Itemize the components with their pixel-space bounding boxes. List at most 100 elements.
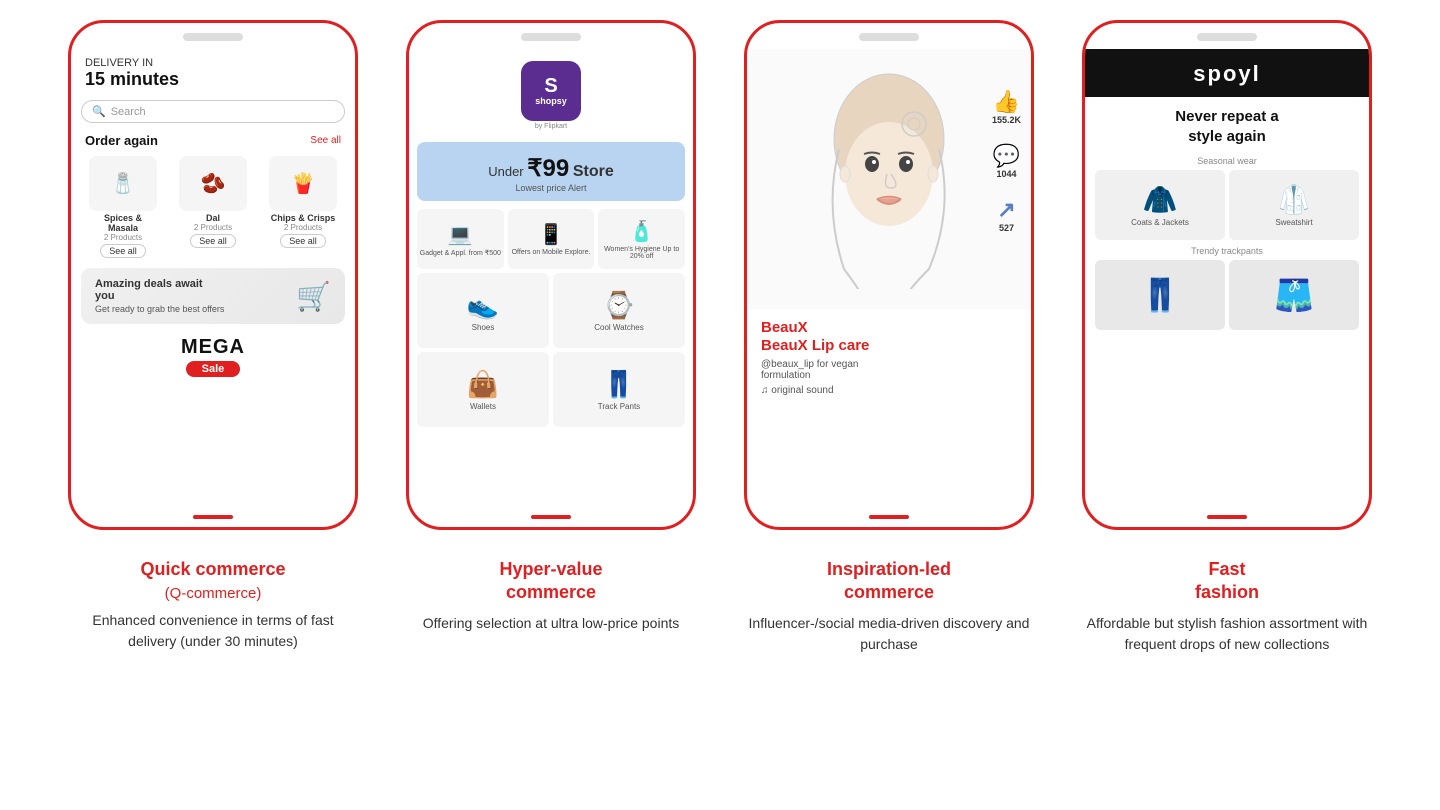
label-4: Fastfashion Affordable but stylish fashi… bbox=[1072, 558, 1382, 655]
phone-1-content: DELIVERY IN 15 minutes 🔍 Search Order ag… bbox=[71, 41, 355, 507]
p2-shoes-item[interactable]: 👟 Shoes bbox=[417, 273, 549, 348]
p3-music-label: ♫ original sound bbox=[761, 385, 1017, 396]
p1-product-name-0: Spices &Masala bbox=[104, 213, 142, 233]
p3-comments-stat: 💬 1044 bbox=[993, 143, 1020, 179]
p2-hygiene-label: Women's Hygiene Up to 20% off bbox=[598, 246, 685, 260]
phone-1-frame: DELIVERY IN 15 minutes 🔍 Search Order ag… bbox=[68, 20, 358, 530]
label-1-subtitle: (Q-commerce) bbox=[68, 585, 358, 602]
p1-order-again-title: Order again bbox=[85, 133, 158, 148]
phone-4-wrapper: spoyl Never repeat astyle again Seasonal… bbox=[1072, 20, 1382, 530]
p2-wallets-label: Wallets bbox=[470, 402, 496, 411]
p3-shares-stat: ↗ 527 bbox=[997, 197, 1015, 233]
phone-3-content: 👍 155.2K 💬 1044 ↗ 527 Be bbox=[747, 41, 1031, 507]
label-2: Hyper-valuecommerce Offering selection a… bbox=[396, 558, 706, 655]
p4-trendy-label: Trendy trackpants bbox=[1085, 246, 1369, 256]
p3-face-area: 👍 155.2K 💬 1044 ↗ 527 bbox=[747, 49, 1031, 309]
p1-header: DELIVERY IN 15 minutes bbox=[71, 49, 355, 94]
p2-price-banner: Under ₹99 Store Lowest price Alert bbox=[417, 142, 685, 201]
p2-large-grid: 👟 Shoes ⌚ Cool Watches 👜 Wallets 👖 Track… bbox=[409, 273, 693, 431]
p2-watches-icon: ⌚ bbox=[603, 290, 635, 321]
p2-gadget-icon: 💻 bbox=[448, 222, 473, 247]
p2-banner-prefix: Under ₹99 Store bbox=[431, 154, 671, 183]
p2-logo-by: by Flipkart bbox=[409, 123, 693, 130]
label-1: Quick commerce (Q-commerce) Enhanced con… bbox=[58, 558, 368, 655]
p3-brand-sub: @beaux_lip for veganformulation bbox=[761, 359, 1017, 381]
phone-4-frame: spoyl Never repeat astyle again Seasonal… bbox=[1082, 20, 1372, 530]
p1-product-item-2[interactable]: 🍟 Chips & Crisps 2 Products See all bbox=[261, 156, 345, 258]
p2-hygiene-item[interactable]: 🧴 Women's Hygiene Up to 20% off bbox=[598, 209, 685, 269]
label-3-desc: Influencer-/social media-driven discover… bbox=[744, 613, 1034, 655]
p1-product-box-2: 🍟 bbox=[269, 156, 337, 211]
p4-pants-icon-1: 👖 bbox=[1140, 276, 1180, 314]
p3-brand-name: BeauXBeauX Lip care bbox=[761, 319, 1017, 355]
p2-under-text: Under bbox=[488, 164, 523, 179]
phone-4-content: spoyl Never repeat astyle again Seasonal… bbox=[1085, 41, 1369, 507]
p2-watches-label: Cool Watches bbox=[594, 323, 644, 332]
p1-see-all-link[interactable]: See all bbox=[310, 135, 341, 146]
p1-promo-title: Amazing deals await you bbox=[95, 278, 215, 302]
p1-product-sub-1: 2 Products bbox=[194, 223, 232, 232]
label-2-title: Hyper-valuecommerce bbox=[406, 558, 696, 605]
label-4-desc: Affordable but stylish fashion assortmen… bbox=[1082, 613, 1372, 655]
p3-face-illustration bbox=[809, 69, 969, 289]
p3-likes-count: 155.2K bbox=[992, 115, 1021, 125]
p4-home-bar bbox=[1207, 515, 1247, 519]
p2-shopsy-logo: S shopsy bbox=[521, 61, 581, 121]
p2-logo-area: S shopsy by Flipkart bbox=[409, 49, 693, 138]
p2-mobile-item[interactable]: 📱 Offers on Mobile Explore. bbox=[508, 209, 595, 269]
p4-coats-icon: 🧥 bbox=[1143, 183, 1178, 216]
phones-row: DELIVERY IN 15 minutes 🔍 Search Order ag… bbox=[30, 20, 1410, 530]
p1-product-item-0[interactable]: 🧂 Spices &Masala 2 Products See all bbox=[81, 156, 165, 258]
p3-comments-count: 1044 bbox=[996, 169, 1016, 179]
p1-search-bar[interactable]: 🔍 Search bbox=[81, 100, 345, 123]
p2-gadget-label: Gadget & Appl. from ₹500 bbox=[418, 249, 503, 257]
p4-logo-text: spoyl bbox=[1099, 61, 1355, 87]
phone-2-content: S shopsy by Flipkart Under ₹99 Store Low… bbox=[409, 41, 693, 507]
p1-product-item-1[interactable]: 🫘 Dal 2 Products See all bbox=[171, 156, 255, 258]
p4-tagline: Never repeat astyle again bbox=[1085, 97, 1369, 152]
p3-likes-stat: 👍 155.2K bbox=[992, 89, 1021, 125]
p4-pants-item-1[interactable]: 👖 bbox=[1095, 260, 1225, 330]
p2-trackpants-item[interactable]: 👖 Track Pants bbox=[553, 352, 685, 427]
p1-product-see-all-1[interactable]: See all bbox=[190, 234, 236, 248]
labels-row: Quick commerce (Q-commerce) Enhanced con… bbox=[30, 558, 1410, 655]
label-2-desc: Offering selection at ultra low-price po… bbox=[406, 613, 696, 634]
p4-sweatshirt-item[interactable]: 🥼 Sweatshirt bbox=[1229, 170, 1359, 240]
p4-logo-area: spoyl bbox=[1085, 49, 1369, 97]
p1-mega-sale: Sale bbox=[186, 361, 241, 377]
p4-sweatshirt-label: Sweatshirt bbox=[1275, 218, 1312, 227]
p4-pants-icon-2: 🩳 bbox=[1274, 276, 1314, 314]
search-icon: 🔍 bbox=[92, 105, 106, 118]
phone-3-frame: 👍 155.2K 💬 1044 ↗ 527 Be bbox=[744, 20, 1034, 530]
p2-watches-item[interactable]: ⌚ Cool Watches bbox=[553, 273, 685, 348]
p1-product-name-2: Chips & Crisps bbox=[271, 213, 336, 223]
p1-product-see-all-2[interactable]: See all bbox=[280, 234, 326, 248]
p2-mobile-icon: 📱 bbox=[539, 222, 564, 247]
p1-mega-section: MEGA Sale bbox=[71, 330, 355, 381]
p2-logo-name: shopsy bbox=[535, 96, 567, 106]
p3-shares-count: 527 bbox=[999, 223, 1014, 233]
p1-delivery-time: 15 minutes bbox=[85, 69, 341, 90]
p2-wallets-item[interactable]: 👜 Wallets bbox=[417, 352, 549, 427]
label-1-desc: Enhanced convenience in terms of fast de… bbox=[68, 610, 358, 652]
p2-home-bar bbox=[531, 515, 571, 519]
p1-product-see-all-0[interactable]: See all bbox=[100, 244, 146, 258]
p2-shoes-icon: 👟 bbox=[467, 290, 499, 321]
p4-seasonal-grid: 🧥 Coats & Jackets 🥼 Sweatshirt bbox=[1085, 168, 1369, 242]
phone-2-wrapper: S shopsy by Flipkart Under ₹99 Store Low… bbox=[396, 20, 706, 530]
p2-gadget-item[interactable]: 💻 Gadget & Appl. from ₹500 bbox=[417, 209, 504, 269]
p2-trackpants-icon: 👖 bbox=[603, 369, 635, 400]
p1-promo-icon: 🛒 bbox=[296, 280, 331, 313]
p2-mobile-label: Offers on Mobile Explore. bbox=[510, 249, 593, 256]
p2-banner-sub: Lowest price Alert bbox=[431, 183, 671, 193]
p1-product-box-1: 🫘 bbox=[179, 156, 247, 211]
p4-seasonal-label: Seasonal wear bbox=[1085, 156, 1369, 166]
p3-comment-icon: 💬 bbox=[993, 143, 1020, 169]
p2-product-grid: 💻 Gadget & Appl. from ₹500 📱 Offers on M… bbox=[409, 205, 693, 273]
p1-product-grid: 🧂 Spices &Masala 2 Products See all 🫘 Da… bbox=[71, 152, 355, 262]
p1-product-name-1: Dal bbox=[206, 213, 220, 223]
p4-coats-item[interactable]: 🧥 Coats & Jackets bbox=[1095, 170, 1225, 240]
p4-pants-item-2[interactable]: 🩳 bbox=[1229, 260, 1359, 330]
label-3-title: Inspiration-ledcommerce bbox=[744, 558, 1034, 605]
p1-home-bar bbox=[193, 515, 233, 519]
